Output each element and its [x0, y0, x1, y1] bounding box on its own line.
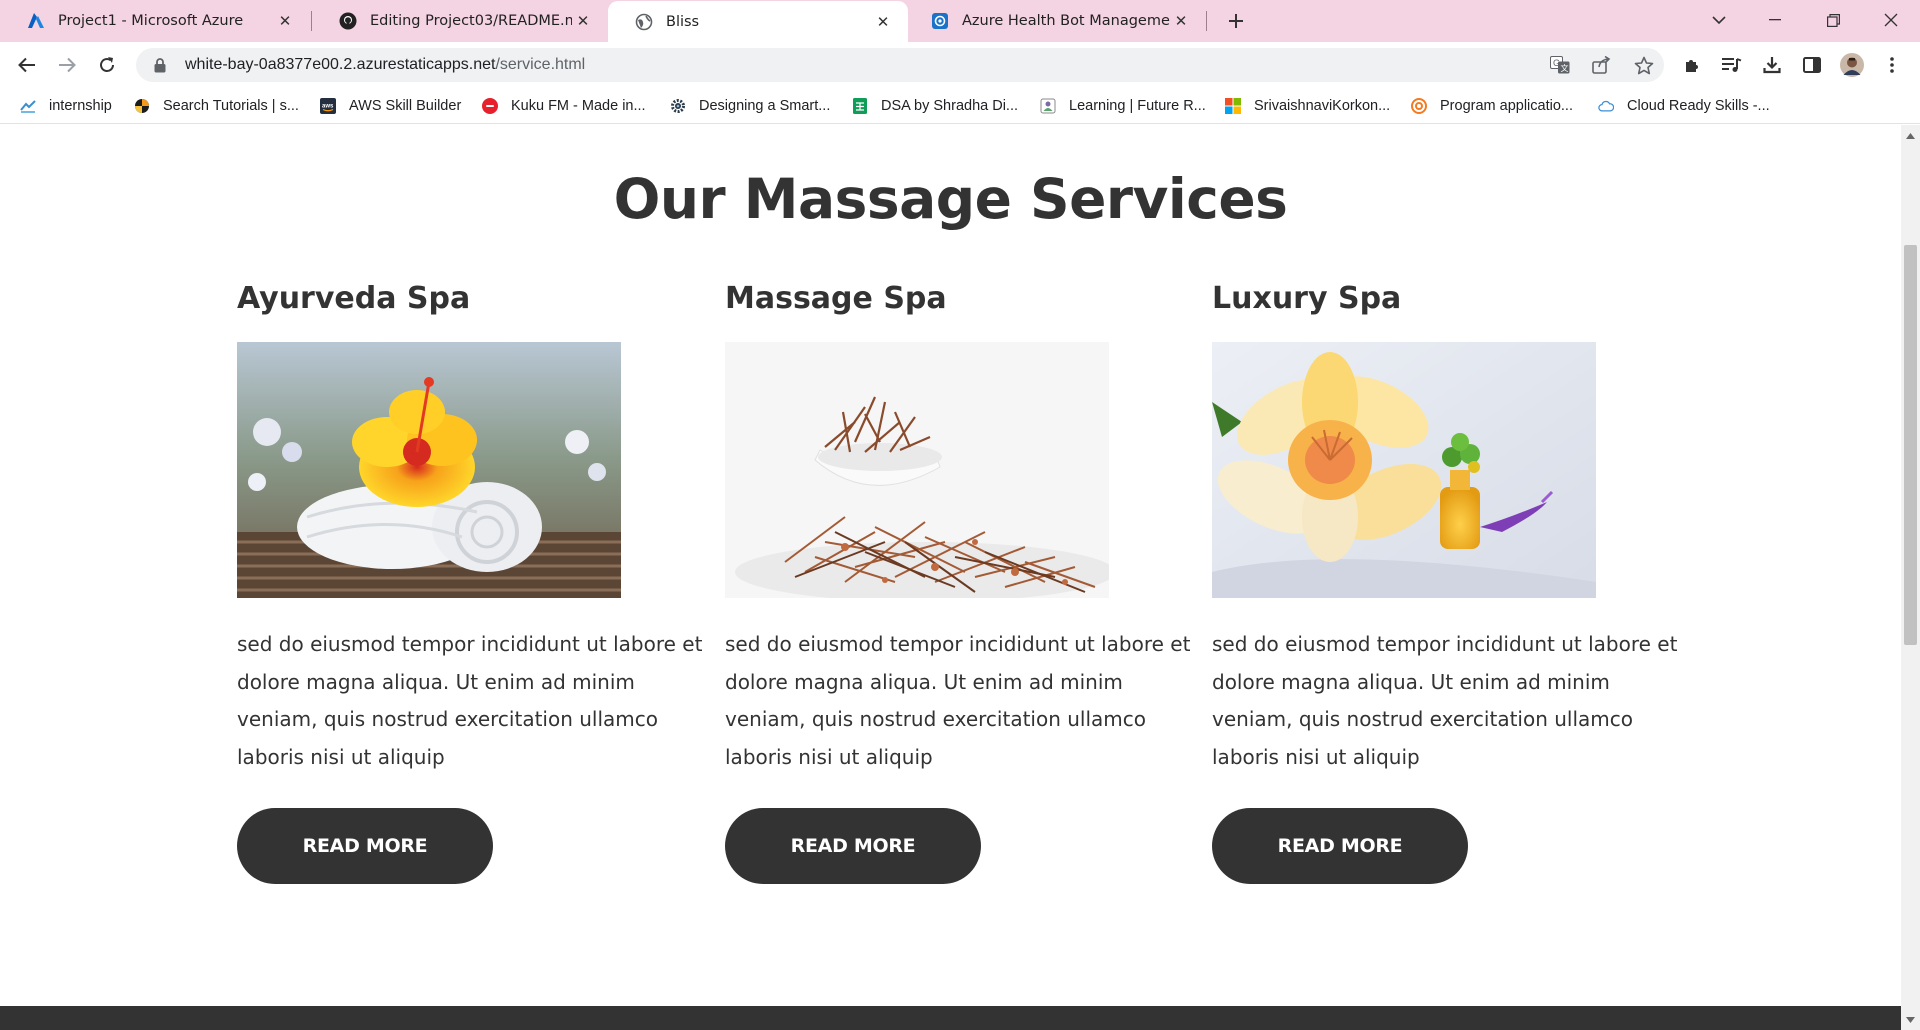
scroll-down-arrow-icon[interactable] [1901, 1011, 1920, 1028]
service-card-massage: Massage Spa sed do eiusmod tempor incidi [725, 279, 1205, 884]
tab-title: Project1 - Microsoft Azure [58, 13, 244, 29]
tab-separator [1206, 11, 1207, 31]
gear-icon [670, 98, 686, 114]
service-card-luxury: Luxury Spa sed do eiusmod tempor incidid… [1212, 279, 1692, 884]
bookmark-label: internship [49, 98, 112, 114]
bookmark-label: Program applicatio... [1440, 98, 1573, 114]
bookmark-label: Kuku FM - Made in... [511, 98, 646, 114]
browser-toolbar: white-bay-0a8377e00.2.azurestaticapps.ne… [0, 42, 1920, 87]
tab-github-readme[interactable]: Editing Project03/README.md at ✕ [312, 0, 608, 42]
page-scrollbar[interactable] [1901, 125, 1920, 1030]
close-window-button[interactable] [1868, 0, 1914, 40]
lock-icon[interactable] [152, 57, 168, 73]
forward-button[interactable] [52, 50, 82, 80]
microsoft-icon [1225, 98, 1241, 114]
bookmark-site-icon [134, 98, 150, 114]
service-description: sed do eiusmod tempor incididunt ut labo… [1212, 632, 1678, 769]
service-card-ayurveda: Ayurveda Spa sed do eiusmod tempor incid… [237, 279, 717, 884]
tab-azure-health-bot[interactable]: Azure Health Bot Management P ✕ [904, 0, 1206, 42]
footer-band [0, 1006, 1901, 1030]
tab-bliss[interactable]: Bliss ✕ [608, 1, 908, 42]
tab-search-chevron-icon[interactable] [1696, 0, 1742, 40]
minimize-button[interactable] [1752, 0, 1798, 40]
browser-menu-icon[interactable] [1877, 50, 1907, 80]
bookmark-designing-smart[interactable]: Designing a Smart... [670, 95, 830, 117]
service-description: sed do eiusmod tempor incididunt ut labo… [237, 632, 703, 769]
globe-icon [634, 12, 653, 31]
reload-button[interactable] [92, 50, 122, 80]
bookmark-kuku-fm[interactable]: Kuku FM - Made in... [482, 95, 646, 117]
cloud-icon [1598, 98, 1614, 114]
share-icon[interactable] [1591, 55, 1613, 75]
service-description: sed do eiusmod tempor incididunt ut labo… [725, 632, 1191, 769]
close-icon[interactable]: ✕ [1170, 10, 1192, 32]
media-controls-icon[interactable] [1717, 50, 1747, 80]
github-icon [338, 12, 357, 31]
bookmark-label: Learning | Future R... [1069, 98, 1206, 114]
kukufm-icon [482, 98, 498, 114]
bookmark-internship[interactable]: internship [20, 95, 112, 117]
svg-text:文: 文 [1561, 63, 1569, 73]
bookmark-site-icon [1040, 98, 1056, 114]
url-text[interactable]: white-bay-0a8377e00.2.azurestaticapps.ne… [185, 56, 585, 74]
close-icon[interactable]: ✕ [572, 10, 594, 32]
bookmark-label: SrivaishnaviKorkon... [1254, 98, 1391, 114]
bookmarks-bar: internship Search Tutorials | s... aws A… [0, 87, 1920, 124]
bookmark-aws-skill-builder[interactable]: aws AWS Skill Builder [320, 95, 461, 117]
hibiscus-towel-photo [237, 342, 621, 598]
lily-oil-photo [1212, 342, 1596, 598]
bookmark-program-application[interactable]: Program applicatio... [1411, 95, 1573, 117]
bookmark-label: Search Tutorials | s... [163, 98, 299, 114]
read-more-button[interactable]: READ MORE [1212, 808, 1468, 884]
tab-azure-portal[interactable]: Project1 - Microsoft Azure ✕ [0, 0, 310, 42]
bookmark-site-icon [1411, 98, 1427, 114]
bookmark-srivaishnavi[interactable]: SrivaishnaviKorkon... [1225, 95, 1390, 117]
download-icon[interactable] [1757, 50, 1787, 80]
bookmark-dsa-shradha[interactable]: DSA by Shradha Di... [852, 95, 1018, 117]
service-title: Ayurveda Spa [237, 281, 471, 316]
page-title: Our Massage Services [613, 167, 1288, 231]
scroll-thumb[interactable] [1904, 245, 1917, 645]
url-host: white-bay-0a8377e00.2.azurestaticapps.ne… [185, 56, 496, 73]
bookmark-label: DSA by Shradha Di... [881, 98, 1019, 114]
read-more-button[interactable]: READ MORE [237, 808, 493, 884]
tab-title: Azure Health Bot Management P [962, 13, 1170, 29]
extensions-icon[interactable] [1677, 50, 1707, 80]
service-title: Massage Spa [725, 281, 947, 316]
bookmark-search-tutorials[interactable]: Search Tutorials | s... [134, 95, 299, 117]
bookmark-cloud-ready[interactable]: Cloud Ready Skills -... [1598, 95, 1770, 117]
sheets-icon [852, 98, 868, 114]
avatar[interactable] [1837, 50, 1867, 80]
scroll-up-arrow-icon[interactable] [1901, 127, 1920, 144]
bookmark-site-icon [20, 98, 36, 114]
address-bar[interactable]: white-bay-0a8377e00.2.azurestaticapps.ne… [136, 48, 1664, 82]
bookmark-learning-future[interactable]: Learning | Future R... [1040, 95, 1206, 117]
tab-strip: Project1 - Microsoft Azure ✕ Editing Pro… [0, 0, 1920, 42]
tab-title: Editing Project03/README.md at [370, 13, 572, 29]
tab-title: Bliss [666, 13, 700, 30]
svg-text:aws: aws [322, 104, 334, 110]
service-title: Luxury Spa [1212, 281, 1402, 316]
side-panel-icon[interactable] [1797, 50, 1827, 80]
health-bot-icon [930, 12, 949, 31]
dried-herbs-photo [725, 342, 1109, 598]
azure-icon [26, 12, 45, 31]
close-icon[interactable]: ✕ [274, 10, 296, 32]
back-button[interactable] [12, 50, 42, 80]
translate-icon[interactable]: G文 [1549, 55, 1571, 75]
aws-icon: aws [320, 98, 336, 114]
star-icon[interactable] [1633, 55, 1655, 75]
bookmark-label: AWS Skill Builder [349, 98, 462, 114]
new-tab-button[interactable] [1221, 6, 1251, 36]
url-path: /service.html [495, 56, 586, 73]
close-icon[interactable]: ✕ [872, 11, 894, 33]
page-viewport: Our Massage Services Ayurveda Spa sed do… [0, 125, 1901, 1030]
read-more-button[interactable]: READ MORE [725, 808, 981, 884]
bookmark-label: Cloud Ready Skills -... [1627, 98, 1770, 114]
bookmark-label: Designing a Smart... [699, 98, 831, 114]
restore-button[interactable] [1810, 0, 1856, 40]
